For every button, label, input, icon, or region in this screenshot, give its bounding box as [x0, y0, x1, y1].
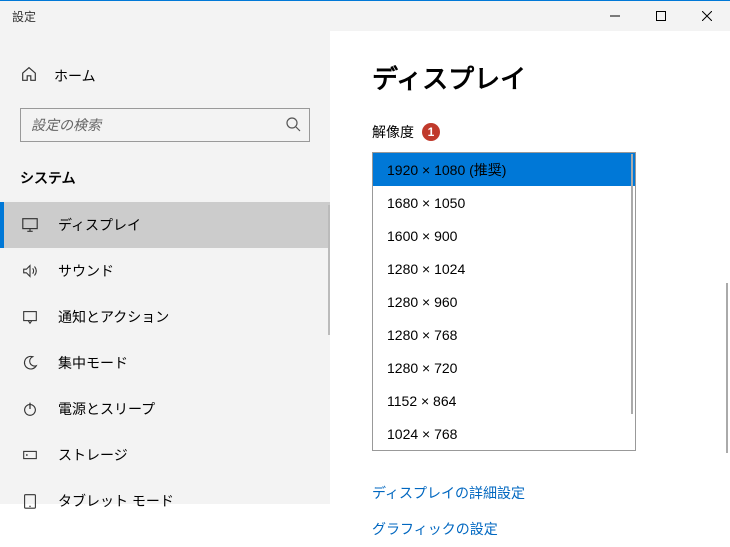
main-content: ディスプレイ 解像度 1 1920 × 1080 (推奨) 1680 × 105… — [330, 31, 730, 504]
sidebar-item-sound[interactable]: サウンド — [0, 248, 330, 294]
moon-icon — [20, 354, 40, 372]
search-icon — [285, 116, 301, 135]
sidebar-item-label: 電源とスリープ — [58, 399, 155, 419]
minimize-button[interactable] — [592, 1, 638, 31]
sidebar-item-label: タブレット モード — [58, 491, 174, 511]
search-box[interactable] — [20, 108, 310, 142]
sidebar-home[interactable]: ホーム — [0, 55, 330, 96]
annotation-badge: 1 — [422, 123, 440, 141]
monitor-icon — [20, 216, 40, 234]
sidebar-item-label: 通知とアクション — [58, 307, 169, 327]
page-title: ディスプレイ — [372, 59, 730, 96]
resolution-option[interactable]: 1280 × 720 — [373, 351, 635, 384]
sidebar-home-label: ホーム — [54, 66, 96, 86]
resolution-label: 解像度 — [372, 122, 414, 142]
sidebar-item-storage[interactable]: ストレージ — [0, 432, 330, 478]
resolution-option[interactable]: 1280 × 768 — [373, 318, 635, 351]
dropdown-scrollbar[interactable] — [631, 154, 633, 414]
sidebar-item-tablet[interactable]: タブレット モード — [0, 478, 330, 524]
advanced-display-link[interactable]: ディスプレイの詳細設定 — [372, 475, 730, 511]
sidebar-item-label: ディスプレイ — [58, 215, 141, 235]
sidebar-item-label: サウンド — [58, 261, 114, 281]
power-icon — [20, 400, 40, 418]
sidebar: ホーム システム ディスプレイ — [0, 31, 330, 504]
resolution-option[interactable]: 1600 × 900 — [373, 219, 635, 252]
graphics-settings-link[interactable]: グラフィックの設定 — [372, 511, 730, 547]
storage-icon — [20, 446, 40, 464]
resolution-option[interactable]: 1024 × 768 — [373, 417, 635, 450]
window-title: 設定 — [0, 8, 36, 25]
maximize-button[interactable] — [638, 1, 684, 31]
sidebar-item-display[interactable]: ディスプレイ — [0, 202, 330, 248]
home-icon — [20, 65, 38, 86]
titlebar: 設定 — [0, 1, 730, 31]
resolution-dropdown[interactable]: 1920 × 1080 (推奨) 1680 × 1050 1600 × 900 … — [372, 152, 636, 451]
resolution-option[interactable]: 1280 × 1024 — [373, 252, 635, 285]
sidebar-item-label: 集中モード — [58, 353, 128, 373]
sidebar-section-label: システム — [0, 142, 330, 202]
sidebar-item-notifications[interactable]: 通知とアクション — [0, 294, 330, 340]
sidebar-item-focus[interactable]: 集中モード — [0, 340, 330, 386]
notification-icon — [20, 308, 40, 326]
close-button[interactable] — [684, 1, 730, 31]
resolution-option[interactable]: 1280 × 960 — [373, 285, 635, 318]
main-scrollbar[interactable] — [726, 283, 728, 453]
resolution-option[interactable]: 1680 × 1050 — [373, 186, 635, 219]
resolution-option[interactable]: 1920 × 1080 (推奨) — [373, 153, 635, 186]
resolution-option[interactable]: 1152 × 864 — [373, 384, 635, 417]
sound-icon — [20, 262, 40, 280]
search-input[interactable] — [31, 117, 285, 133]
sidebar-item-label: ストレージ — [58, 445, 128, 465]
tablet-icon — [20, 492, 40, 510]
sidebar-item-power[interactable]: 電源とスリープ — [0, 386, 330, 432]
